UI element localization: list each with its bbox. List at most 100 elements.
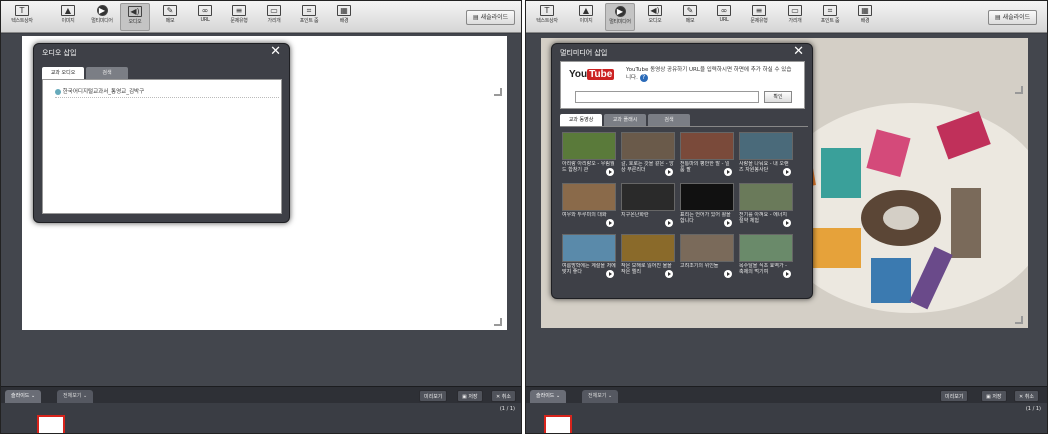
video-item[interactable]: 고려조기의 위인들 xyxy=(680,234,734,280)
tab-slide[interactable]: 슬라이드 ⌄ xyxy=(530,390,567,403)
toolbar-memo[interactable]: ✎ 메모 xyxy=(155,3,185,31)
toolbar-text-box[interactable]: T 텍스트상자 xyxy=(532,3,562,31)
toolbar-cover[interactable]: ▭ 가리개 xyxy=(259,3,289,31)
memo-icon: ✎ xyxy=(163,5,177,16)
tab-textbook-video[interactable]: 교과 동영상 xyxy=(560,114,602,126)
toolbar-point-zoom[interactable]: ⌗ 포인트 줌 xyxy=(815,3,845,31)
bottom-bar: 슬라이드 ⌄ 전체보기 ⌄ 미리보기 ▣ 저장 ✕ 취소 xyxy=(1,386,521,403)
resize-grip[interactable] xyxy=(494,318,502,326)
resize-grip[interactable] xyxy=(1015,316,1023,324)
video-item[interactable]: 지구온난화란 xyxy=(621,183,675,229)
dialog-title: 멀티미디어 삽입 xyxy=(560,49,608,57)
toolbar-image[interactable]: ▲ 이미지 xyxy=(53,3,83,31)
left-editor-pane: T 텍스트상자 ▲ 이미지 ▶ 멀티미디어 ◀) 오디오 ✎ 메모 ∞ URL ≡ 문제유형 … xyxy=(0,0,522,434)
resize-grip[interactable] xyxy=(1015,86,1023,94)
tab-textbook-flash[interactable]: 교과 플래시 xyxy=(604,114,646,126)
dialog-tabs: 교과 오디오 검색 xyxy=(42,67,282,79)
toolbar-url[interactable]: ∞ URL xyxy=(190,3,220,31)
toolbar-question-type[interactable]: ≡ 문제유형 xyxy=(224,3,254,31)
video-item[interactable]: 표리는 언어가 있어 활을 합니다 xyxy=(680,183,734,229)
toolbar-audio[interactable]: ◀) 오디오 xyxy=(640,3,670,31)
toolbar-background[interactable]: ▦ 배경 xyxy=(850,3,880,31)
youtube-description: YouTube 동영상 공유하기 URL을 입력하시면 하면에 추가 하실 수 … xyxy=(626,67,792,82)
image-icon: ▲ xyxy=(61,5,75,16)
video-thumbnail xyxy=(680,132,734,160)
video-thumbnail xyxy=(621,132,675,160)
toolbar-background[interactable]: ▦ 배경 xyxy=(329,3,359,31)
youtube-logo: You Tube xyxy=(569,69,615,80)
tab-all-view[interactable]: 전체보기 ⌄ xyxy=(582,390,619,403)
video-item[interactable]: 작은 모해로 잃어진 울을 작은 엘리 xyxy=(621,234,675,280)
slide-thumbnail[interactable] xyxy=(544,415,572,433)
toolbar: T 텍스트상자 ▲ 이미지 ▶ 멀티미디어 ◀) 오디오 ✎ 메모 ∞ URL ≡ 문제유형 … xyxy=(526,1,1047,33)
new-slide-icon: ▤ xyxy=(995,14,1003,21)
video-item[interactable]: 여우와 두루미의 대화 xyxy=(562,183,616,229)
audio-file-list: 한국어디지털교과서_통영교_김박구 xyxy=(42,79,282,214)
text-box-icon: T xyxy=(540,5,554,16)
tab-slide[interactable]: 슬라이드 ⌄ xyxy=(5,390,42,403)
video-item[interactable]: 갈, 호로는 갓을 같은 - 앙상 푸른리더 xyxy=(621,132,675,178)
save-button[interactable]: ▣ 저장 xyxy=(981,390,1007,402)
video-thumbnail xyxy=(739,183,793,211)
toolbar-audio[interactable]: ◀) 오디오 xyxy=(120,3,150,31)
toolbar-url[interactable]: ∞ URL xyxy=(709,3,739,31)
tab-search[interactable]: 검색 xyxy=(648,114,690,126)
audio-insert-dialog: 오디오 삽입 ✕ 교과 오디오 검색 한국어디지털교과서_통영교_김박구 xyxy=(33,43,290,223)
audio-file-icon xyxy=(55,88,61,95)
toolbar-question-type[interactable]: ≡ 문제유형 xyxy=(744,3,774,31)
toolbar-text-box[interactable]: T 텍스트상자 xyxy=(7,3,37,31)
toolbar-image[interactable]: ▲ 이미지 xyxy=(571,3,601,31)
image-icon: ▲ xyxy=(579,5,593,16)
preview-button[interactable]: 미리보기 xyxy=(940,390,969,402)
canvas-area: 오디오 삽입 ✕ 교과 오디오 검색 한국어디지털교과서_통영교_김박구 xyxy=(1,34,521,386)
toolbar-memo[interactable]: ✎ 메모 xyxy=(675,3,705,31)
tab-textbook-audio[interactable]: 교과 오디오 xyxy=(42,67,84,79)
tab-all-view[interactable]: 전체보기 ⌄ xyxy=(57,390,94,403)
url-icon: ∞ xyxy=(717,5,731,16)
youtube-url-panel: You Tube YouTube 동영상 공유하기 URL을 입력하시면 하면에 … xyxy=(560,61,805,109)
cancel-button[interactable]: ✕ 취소 xyxy=(1014,390,1039,402)
video-thumbnail xyxy=(621,234,675,262)
cancel-button[interactable]: ✕ 취소 xyxy=(491,390,516,402)
help-icon[interactable]: ? xyxy=(639,74,648,82)
toolbar: T 텍스트상자 ▲ 이미지 ▶ 멀티미디어 ◀) 오디오 ✎ 메모 ∞ URL ≡ 문제유형 … xyxy=(1,1,521,33)
dialog-title: 오디오 삽입 xyxy=(42,49,77,57)
toolbar-multimedia[interactable]: ▶ 멀티미디어 xyxy=(87,3,117,31)
video-thumbnail xyxy=(562,183,616,211)
video-item[interactable]: 사랑을 나눠요 - 내 오랜즈 자원봉사단 xyxy=(739,132,793,178)
video-thumbnail xyxy=(739,234,793,262)
video-thumbnail xyxy=(562,234,616,262)
page: T 텍스트상자 ▲ 이미지 ▶ 멀티미디어 ◀) 오디오 ✎ 메모 ∞ URL ≡ 문제유형 … xyxy=(0,0,1048,434)
close-icon[interactable]: ✕ xyxy=(793,45,804,59)
close-icon[interactable]: ✕ xyxy=(270,45,281,59)
toolbar-multimedia[interactable]: ▶ 멀티미디어 xyxy=(605,3,635,31)
list-item[interactable]: 한국어디지털교과서_통영교_김박구 xyxy=(55,88,279,98)
save-button[interactable]: ▣ 저장 xyxy=(457,390,483,402)
thumbnail-area: (1 / 1) xyxy=(526,403,1047,433)
preview-button[interactable]: 미리보기 xyxy=(419,390,448,402)
cover-icon: ▭ xyxy=(788,5,802,16)
tab-search[interactable]: 검색 xyxy=(86,67,128,79)
background-icon: ▦ xyxy=(337,5,351,16)
confirm-button[interactable]: 확인 xyxy=(764,91,792,103)
question-type-icon: ≡ xyxy=(232,5,246,16)
video-item[interactable]: 전기를 아껴요 - 에너지 절약 체험 xyxy=(739,183,793,229)
slide-thumbnail[interactable] xyxy=(37,415,65,433)
background-icon: ▦ xyxy=(858,5,872,16)
thumbnail-area: (1 / 1) xyxy=(1,403,521,433)
toolbar-cover[interactable]: ▭ 가리개 xyxy=(780,3,810,31)
multimedia-insert-dialog: 멀티미디어 삽입 ✕ You Tube YouTube 동영상 공유하기 URL을… xyxy=(551,43,813,299)
video-item[interactable]: 전통마의 평안한 말 - 일품 팔 xyxy=(680,132,734,178)
video-item[interactable]: 목수탈을 식초 효역가 - 축제의 먹기여 xyxy=(739,234,793,280)
resize-grip[interactable] xyxy=(494,88,502,96)
memo-icon: ✎ xyxy=(683,5,697,16)
new-slide-button[interactable]: ▤ 새슬라이드 xyxy=(466,10,516,25)
video-item[interactable]: 아리랑 아리랑오 - 우림월드 합창기 관 xyxy=(562,132,616,178)
youtube-url-input[interactable] xyxy=(575,91,759,103)
multimedia-icon: ▶ xyxy=(614,6,626,17)
toolbar-point-zoom[interactable]: ⌗ 포인트 줌 xyxy=(294,3,324,31)
video-thumbnail xyxy=(739,132,793,160)
page-count: (1 / 1) xyxy=(499,406,515,412)
new-slide-button[interactable]: ▤ 새슬라이드 xyxy=(988,10,1038,25)
video-item[interactable]: 여름방학에는 계절을 저에 맞지 좋다 xyxy=(562,234,616,280)
